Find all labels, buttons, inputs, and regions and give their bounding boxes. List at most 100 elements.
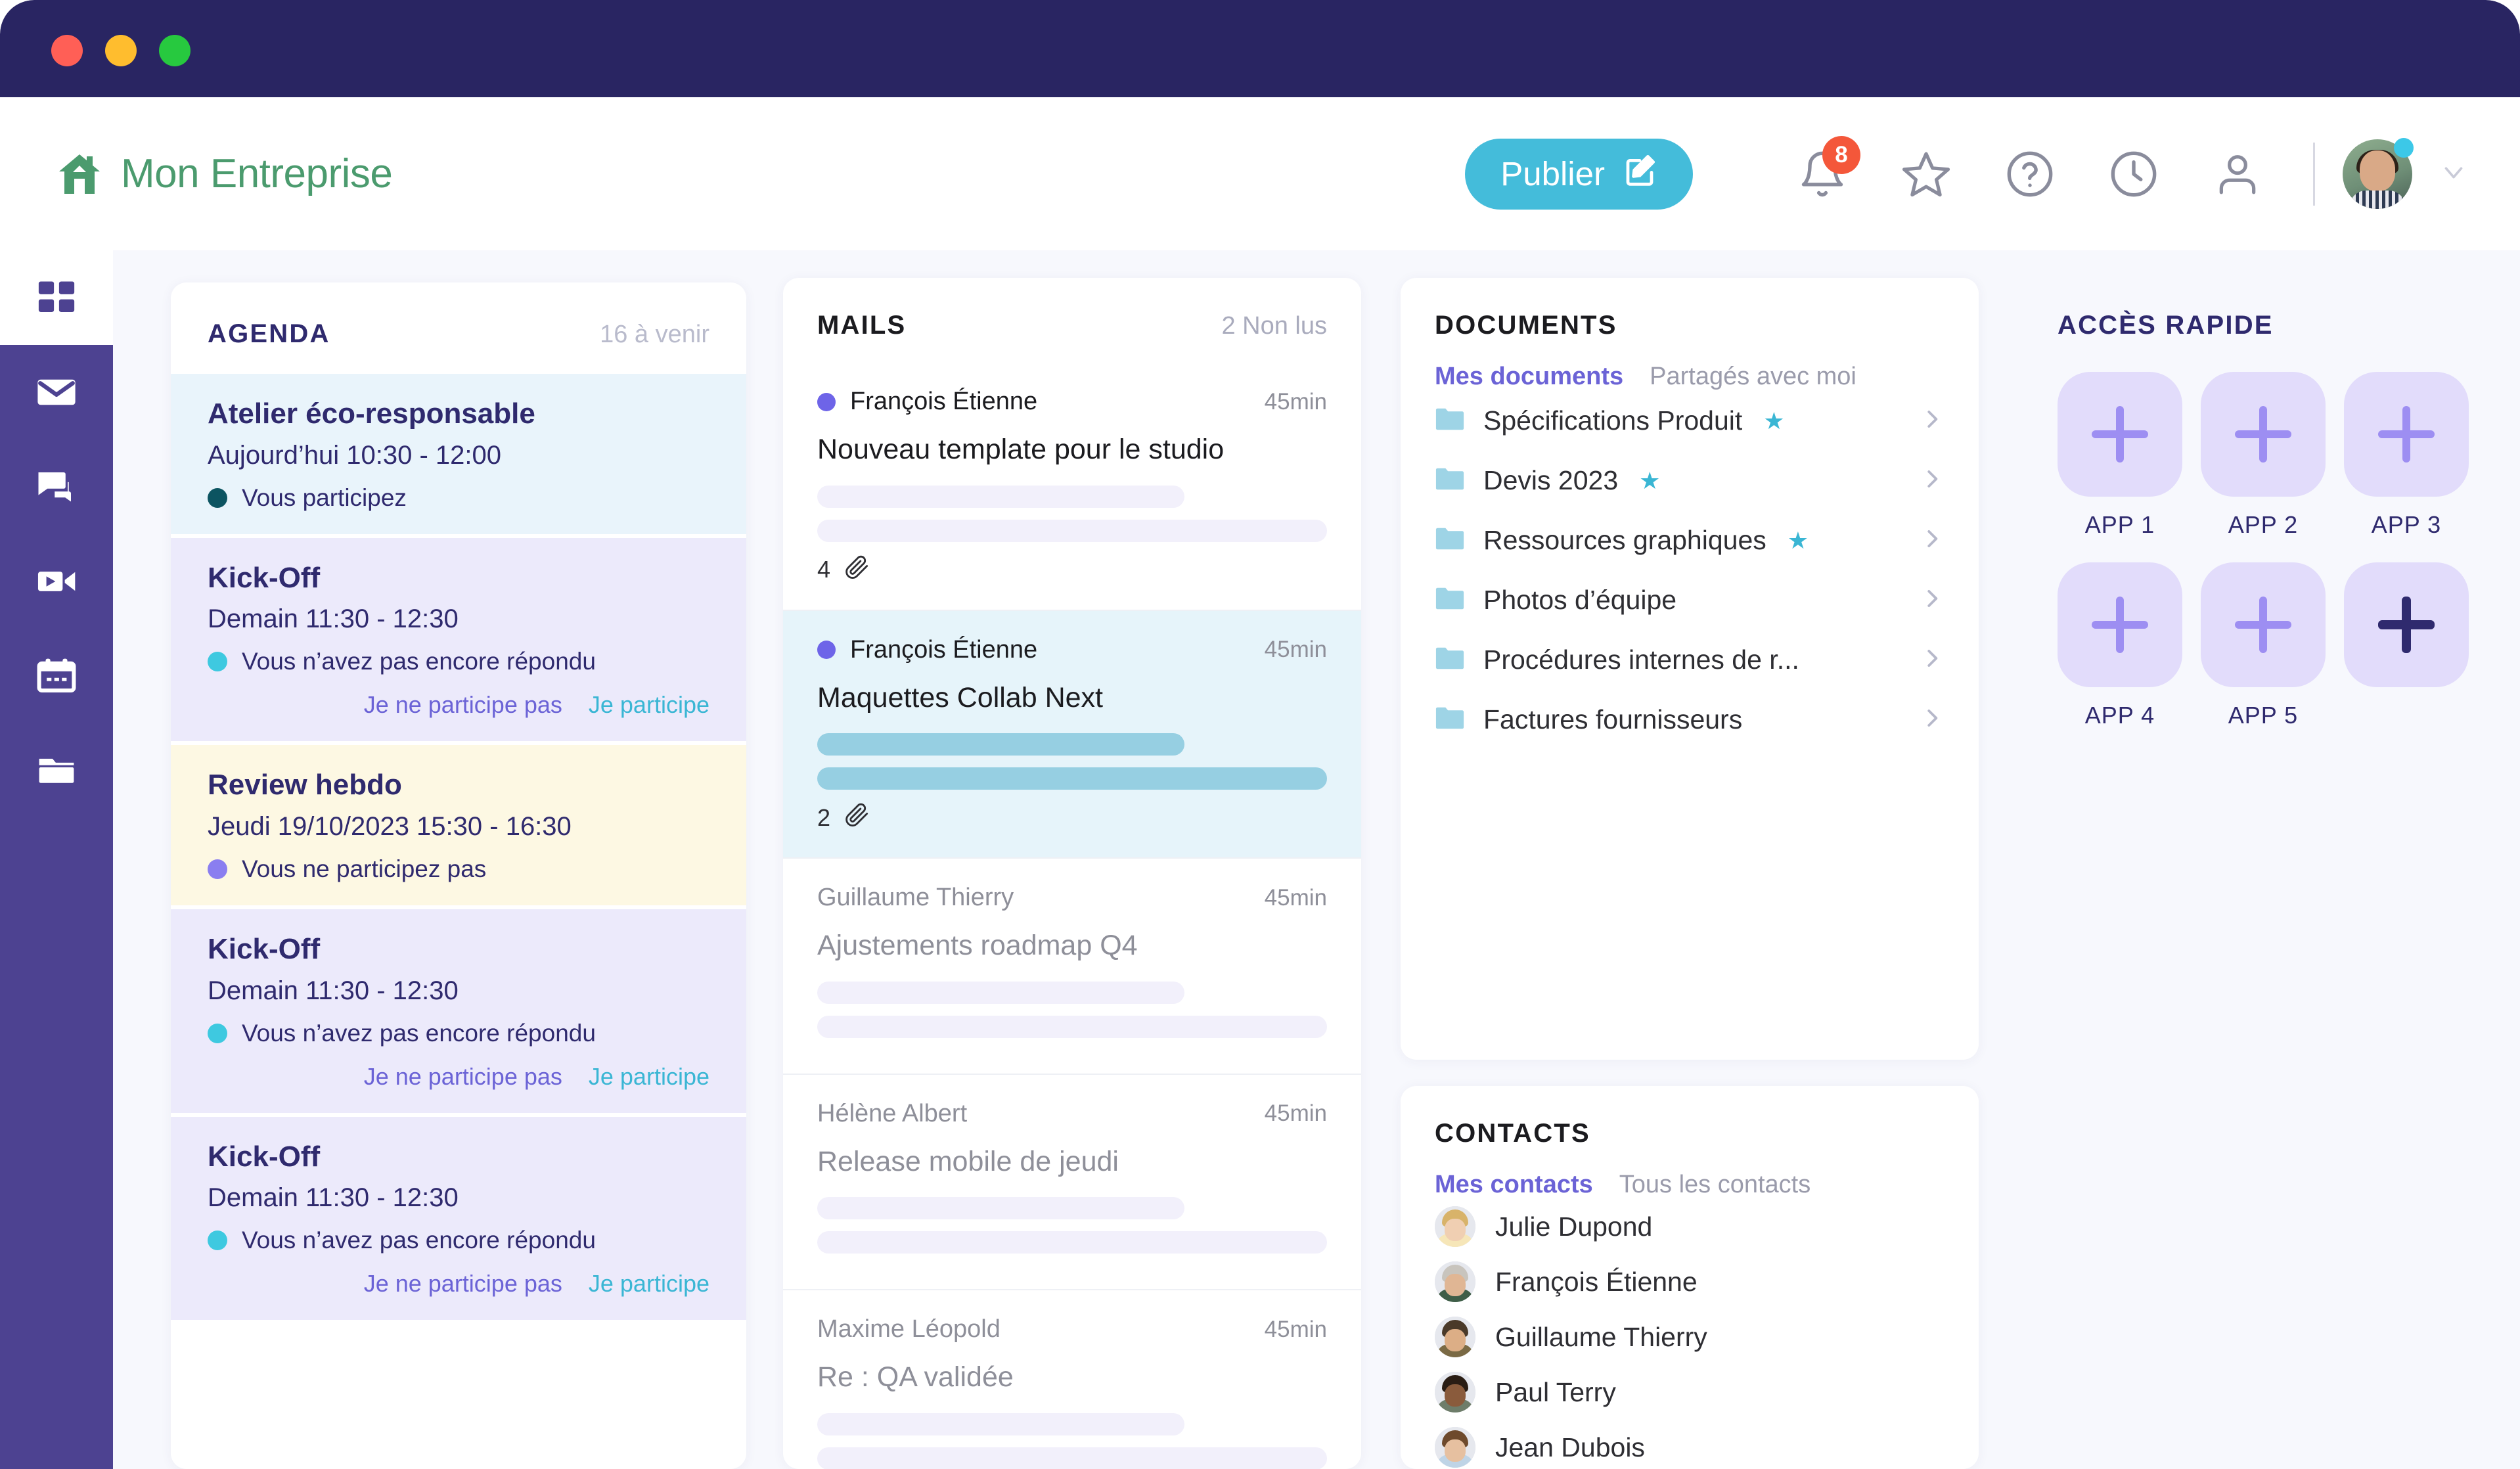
agenda-event-card[interactable]: Kick-Off Demain 11:30 - 12:30 Vous n’avez … — [171, 1116, 746, 1321]
contact-name: Julie Dupond — [1495, 1211, 1653, 1242]
agenda-event-time: Jeudi 19/10/2023 15:30 - 16:30 — [208, 812, 572, 842]
mail-list-item[interactable]: Hélène Albert 45min Release mobile de jeud… — [783, 1073, 1361, 1290]
mail-meta-row: François Étienne 45min — [817, 636, 1327, 664]
document-folder-name: Photos d’équipe — [1483, 585, 1677, 615]
mail-sender: Guillaume Thierry — [817, 884, 1014, 912]
mail-list-item[interactable]: François Étienne 45min Maquettes Collab Ne… — [783, 609, 1361, 858]
contact-list-item[interactable]: Guillaume Thierry — [1401, 1309, 1979, 1365]
mail-list-item[interactable]: Maxime Léopold 45min Re : QA validée — [783, 1289, 1361, 1469]
favorites-button[interactable] — [1892, 140, 1960, 208]
document-folder-row[interactable]: Photos d’équipe — [1401, 570, 1979, 630]
avatar — [1435, 1261, 1475, 1302]
sidebar-item-files[interactable] — [0, 723, 113, 818]
mail-sender-name: François Étienne — [850, 635, 1038, 664]
agenda-decline-link[interactable]: Je ne participe pas — [364, 1270, 562, 1298]
window-close-button[interactable] — [51, 35, 83, 66]
contact-list-item[interactable]: Julie Dupond — [1401, 1199, 1979, 1254]
clock-icon — [2109, 149, 2159, 199]
star-icon[interactable]: ★ — [1763, 407, 1784, 435]
quick-access-label: APP 1 — [2084, 511, 2155, 538]
chevron-right-icon[interactable] — [1920, 466, 1945, 495]
agenda-decline-link[interactable]: Je ne participe pas — [364, 691, 562, 719]
chevron-down-icon[interactable] — [2439, 157, 2469, 191]
notifications-button[interactable]: 8 — [1788, 135, 1860, 208]
status-dot — [208, 487, 227, 508]
mail-preview-placeholder — [817, 1231, 1327, 1254]
avatar — [1435, 1206, 1475, 1247]
window-maximize-button[interactable] — [159, 35, 191, 66]
documents-list: Spécifications Produit ★ Devis 2023 ★ Ressou… — [1401, 391, 1979, 750]
history-button[interactable] — [2100, 140, 2168, 208]
agenda-accept-link[interactable]: Je participe — [589, 1270, 709, 1298]
avatar[interactable] — [2343, 137, 2414, 209]
agenda-decline-link[interactable]: Je ne participe pas — [364, 1063, 562, 1091]
chevron-right-icon[interactable] — [1920, 407, 1945, 435]
avatar — [1435, 1317, 1475, 1357]
agenda-event-title: Atelier éco-responsable — [208, 397, 535, 430]
contact-name: François Étienne — [1495, 1266, 1698, 1297]
unread-dot — [817, 641, 836, 660]
sidebar-item-chat[interactable] — [0, 440, 113, 534]
mails-header: MAILS 2 Non lus — [783, 278, 1361, 363]
main-content: AGENDA 16 à venir Atelier éco-responsabl… — [113, 250, 2520, 1469]
mail-timestamp: 45min — [1264, 1316, 1327, 1342]
contacts-tabs: Mes contacts Tous les contacts — [1401, 1171, 1979, 1199]
status-dot — [208, 1231, 227, 1251]
tab-mes-documents[interactable]: Mes documents — [1435, 363, 1623, 391]
add-app-button[interactable] — [2058, 372, 2182, 497]
chevron-right-icon[interactable] — [1920, 706, 1945, 734]
tab-tous-les-contacts[interactable]: Tous les contacts — [1619, 1171, 1811, 1199]
agenda-event-card[interactable]: Review hebdo Jeudi 19/10/2023 15:30 - 16:… — [171, 745, 746, 906]
mail-list-item[interactable]: François Étienne 45min Nouveau template po… — [783, 363, 1361, 610]
quick-access-item: APP 5 — [2201, 562, 2326, 729]
document-folder-name: Ressources graphiques — [1483, 525, 1766, 555]
agenda-event-card[interactable]: Kick-Off Demain 11:30 - 12:30 Vous n’avez … — [171, 537, 746, 742]
agenda-event-time: Demain 11:30 - 12:30 — [208, 976, 459, 1005]
document-folder-row[interactable]: Factures fournisseurs — [1401, 690, 1979, 750]
agenda-event-title: Kick-Off — [208, 561, 321, 594]
contact-list-item[interactable]: François Étienne — [1401, 1254, 1979, 1309]
contact-list-item[interactable]: Paul Terry — [1401, 1365, 1979, 1420]
chevron-right-icon[interactable] — [1920, 646, 1945, 674]
publish-button[interactable]: Publier — [1465, 138, 1693, 210]
agenda-event-time: Demain 11:30 - 12:30 — [208, 604, 459, 634]
add-app-button[interactable] — [2201, 562, 2326, 687]
agenda-event-card[interactable]: Atelier éco-responsable Aujourd’hui 10:30… — [171, 374, 746, 534]
status-dot — [208, 859, 227, 880]
document-folder-row[interactable]: Devis 2023 ★ — [1401, 451, 1979, 510]
mail-preview-placeholder — [817, 767, 1327, 790]
agenda-accept-link[interactable]: Je participe — [589, 691, 709, 719]
agenda-accept-link[interactable]: Je participe — [589, 1063, 709, 1091]
add-app-button[interactable] — [2201, 372, 2326, 497]
documents-tabs: Mes documents Partagés avec moi — [1401, 363, 1979, 391]
add-app-button[interactable] — [2344, 372, 2469, 497]
help-button[interactable] — [1996, 140, 2064, 208]
add-app-button[interactable] — [2058, 562, 2182, 687]
contact-list-item[interactable]: Jean Dubois — [1401, 1420, 1979, 1469]
quick-access-label: APP 5 — [2228, 702, 2299, 729]
sidebar-item-mail[interactable] — [0, 345, 113, 440]
sidebar-item-video[interactable] — [0, 534, 113, 629]
star-icon[interactable]: ★ — [1788, 527, 1809, 554]
agenda-event-title: Review hebdo — [208, 769, 402, 802]
document-folder-row[interactable]: Ressources graphiques ★ — [1401, 510, 1979, 570]
attachment-count: 4 — [817, 556, 831, 583]
account-button[interactable] — [2203, 140, 2272, 208]
document-folder-row[interactable]: Procédures internes de r... — [1401, 630, 1979, 690]
sidebar-item-calendar[interactable] — [0, 629, 113, 723]
tab-partag-s-avec-moi[interactable]: Partagés avec moi — [1650, 363, 1856, 391]
mail-list-item[interactable]: Guillaume Thierry 45min Ajustements roadma… — [783, 857, 1361, 1074]
sidebar-item-dashboard[interactable] — [0, 250, 113, 345]
chevron-right-icon[interactable] — [1920, 526, 1945, 554]
star-icon[interactable]: ★ — [1639, 467, 1660, 495]
document-folder-row[interactable]: Spécifications Produit ★ — [1401, 391, 1979, 451]
agenda-status-label: Vous ne participez pas — [242, 855, 487, 883]
brand[interactable]: Mon Entreprise — [58, 153, 393, 194]
mails-unread-count: 2 Non lus — [1221, 312, 1327, 340]
mail-meta-row: Maxime Léopold 45min — [817, 1315, 1327, 1344]
window-minimize-button[interactable] — [105, 35, 137, 66]
chevron-right-icon[interactable] — [1920, 586, 1945, 614]
add-app-button[interactable] — [2344, 562, 2469, 687]
tab-mes-contacts[interactable]: Mes contacts — [1435, 1171, 1593, 1199]
agenda-event-card[interactable]: Kick-Off Demain 11:30 - 12:30 Vous n’avez … — [171, 909, 746, 1113]
